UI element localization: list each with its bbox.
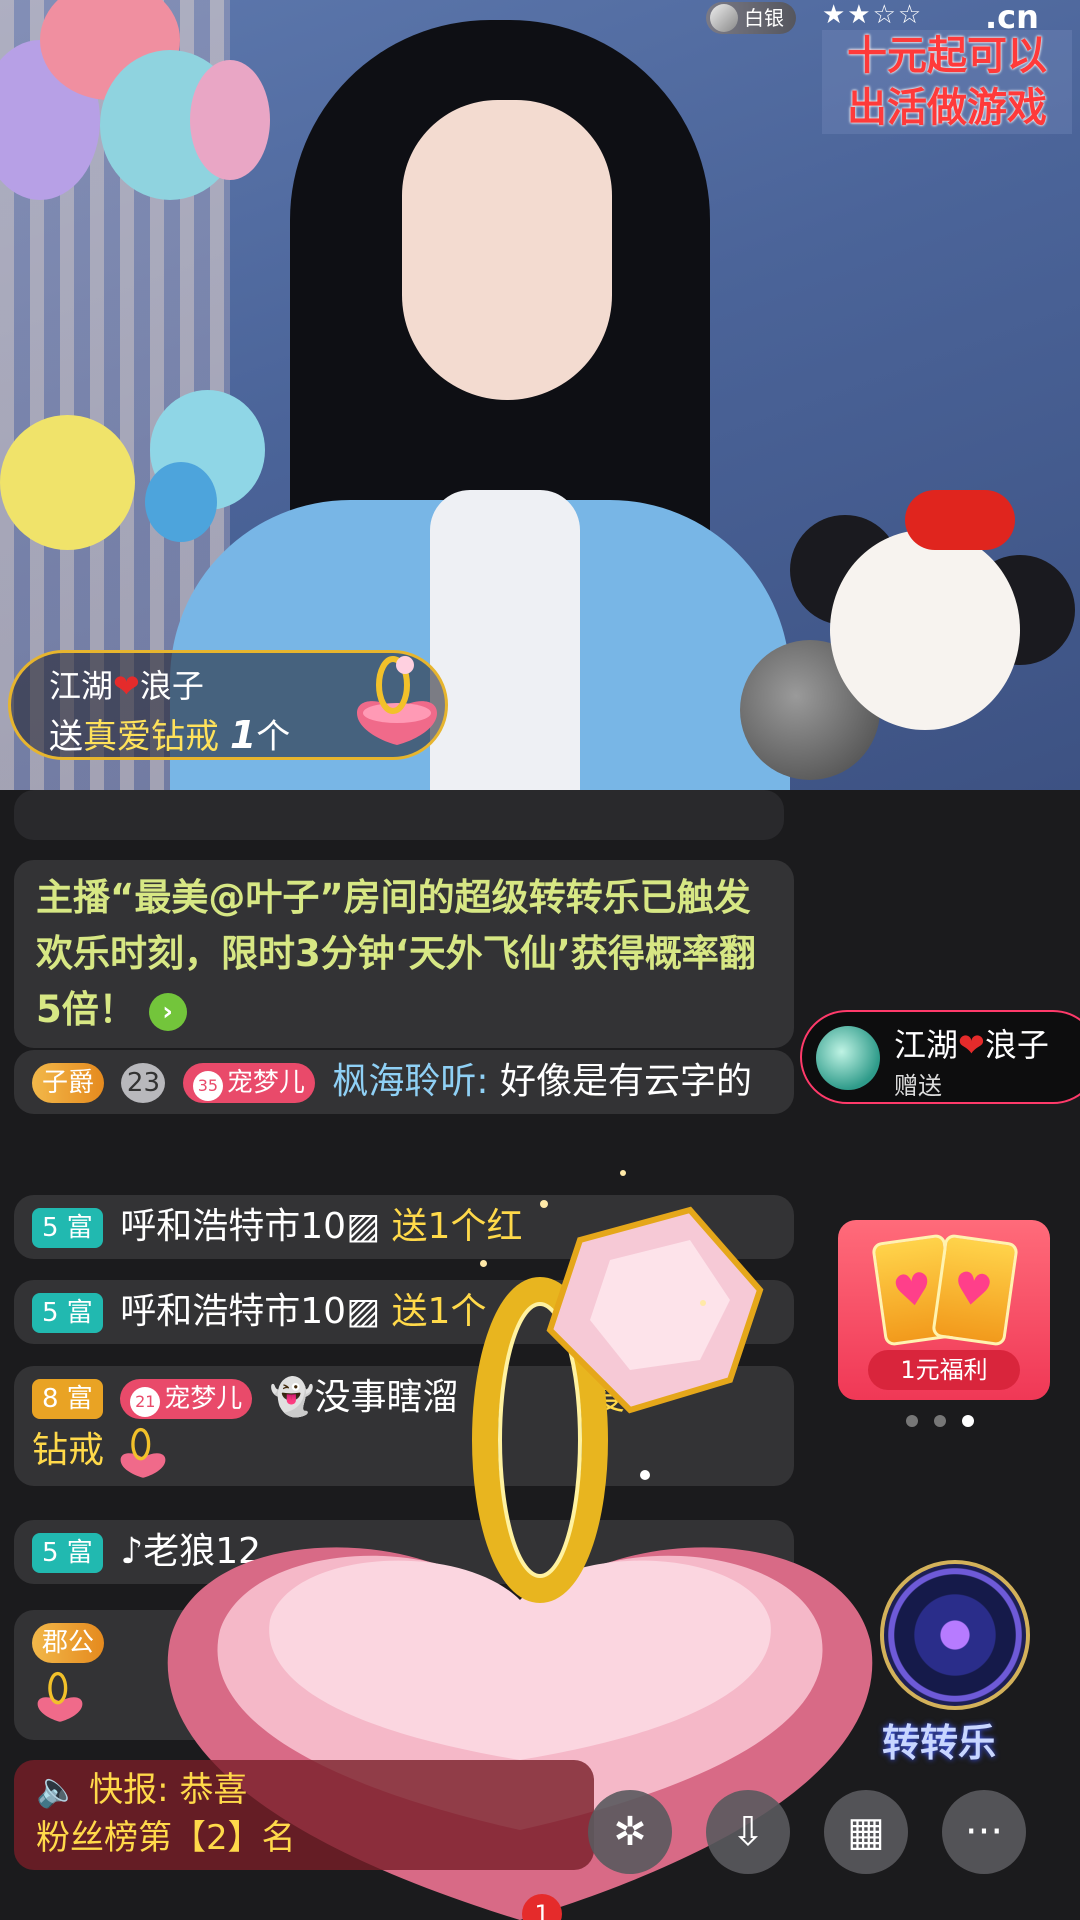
rich-badge: 5 富	[32, 1293, 103, 1333]
ring-gift-icon	[121, 1427, 166, 1478]
rank-badge[interactable]: 白银	[706, 2, 796, 34]
gift-count: 1	[229, 713, 257, 757]
carousel-dot[interactable]	[934, 1415, 946, 1427]
heart-icon: ♥	[949, 1262, 996, 1319]
welfare-label: 1元福利	[868, 1350, 1020, 1390]
balloon-yellow	[0, 415, 135, 550]
gift-banner-line: 送真爱钻戒 1个	[49, 709, 290, 758]
gift-sender-card[interactable]: 江湖❤浪子 赠送	[800, 1010, 1080, 1104]
carousel-dot-active[interactable]	[962, 1415, 974, 1427]
plush-toy	[830, 530, 1020, 730]
gift-banner: 江湖❤浪子 送真爱钻戒 1个	[8, 650, 448, 760]
ring-gift-icon	[37, 1671, 83, 1722]
sparkle	[640, 1470, 650, 1480]
sender-name-suffix: 浪子	[984, 1026, 1049, 1064]
carousel-dots[interactable]	[906, 1412, 990, 1431]
sender-action: 赠送	[894, 1072, 942, 1100]
chevron-right-icon[interactable]: ›	[148, 992, 187, 1031]
gift-user-name: 江湖	[49, 667, 114, 705]
download-button[interactable]: ⇩	[706, 1790, 790, 1874]
streamer-face	[402, 100, 612, 400]
rank-icon	[710, 4, 738, 32]
flash-line-1: 🔈 快报: 恭喜	[36, 1766, 572, 1814]
flash-news[interactable]: 🔈 快报: 恭喜 粉丝榜第【2】名	[14, 1760, 594, 1870]
chat-message[interactable]: 子爵 23 35 宠梦儿 枫海聆听: 好像是有云字的	[14, 1050, 794, 1114]
avatar[interactable]	[816, 1026, 880, 1090]
rich-badge: 5 富	[32, 1533, 103, 1573]
chat-message-partial	[14, 790, 784, 840]
promo-line-1: 十元起可以	[847, 32, 1047, 79]
pet-badge: 35 宠梦儿	[182, 1063, 315, 1103]
sender-name: 江湖❤浪子	[894, 1020, 1049, 1066]
gift-unit: 个	[256, 717, 291, 757]
sparkle	[700, 1300, 706, 1306]
heart-icon: ♥	[889, 1262, 936, 1319]
sparkle-gift-button[interactable]: ✲	[588, 1790, 672, 1874]
heart-icon: ❤	[113, 667, 140, 705]
carousel-dot[interactable]	[906, 1415, 918, 1427]
heart-icon: ❤	[958, 1026, 985, 1064]
promo-line-2: 出活做游戏	[847, 84, 1047, 131]
speaker-icon: 🔈	[36, 1770, 79, 1810]
rich-badge: 8 富	[32, 1379, 103, 1419]
ring-gift-icon	[357, 656, 437, 745]
rich-badge: 5 富	[32, 1208, 103, 1248]
star-rating: ★★☆☆	[822, 0, 924, 30]
noble-badge: 子爵	[32, 1063, 105, 1103]
rank-label: 白银	[744, 6, 784, 30]
gift-user-suffix: 浪子	[139, 667, 204, 705]
sender-name-text: 江湖	[894, 1026, 959, 1064]
gift-name: 真爱钻戒	[83, 717, 219, 757]
chat-username[interactable]: 呼和浩特市10▨	[120, 1291, 380, 1332]
chat-username[interactable]: 枫海聆听:	[332, 1061, 488, 1102]
streamer-shirt	[430, 490, 580, 790]
gift-banner-user: 江湖❤浪子	[49, 661, 204, 707]
guard-badge: 23	[121, 1063, 166, 1103]
more-options-button[interactable]: ···	[942, 1790, 1026, 1874]
pet-level: 21	[130, 1387, 161, 1417]
system-message[interactable]: 主播“最美@叶子”房间的超级转转乐已触发欢乐时刻，限时3分钟‘天外飞仙’获得概率…	[14, 860, 794, 1048]
plush-bow	[905, 490, 1015, 550]
sparkle	[480, 1260, 487, 1267]
pet-level: 35	[192, 1071, 223, 1101]
pet-badge: 21 宠梦儿	[120, 1379, 253, 1419]
pet-name: 宠梦儿	[226, 1068, 305, 1098]
system-message-text: 主播“最美@叶子”房间的超级转转乐已触发欢乐时刻，限时3分钟‘天外飞仙’获得概率…	[36, 876, 756, 1031]
diamond-ring-animation	[472, 1206, 764, 1603]
pet-name: 宠梦儿	[164, 1384, 243, 1414]
flash-line-2: 粉丝榜第【2】名	[36, 1818, 296, 1858]
live-video[interactable]: 白银 ★★☆☆ .cn 十元起可以 出活做游戏 江湖❤浪子 送真爱钻戒 1个	[0, 0, 1080, 790]
grid-menu-button[interactable]: ▦	[824, 1790, 908, 1874]
chat-text: 好像是有云字的	[499, 1061, 752, 1102]
flash-label: 快报:	[89, 1770, 169, 1810]
chat-username[interactable]: 呼和浩特市10▨	[120, 1206, 380, 1247]
promo-overlay: 十元起可以 出活做游戏	[822, 30, 1072, 134]
flash-text-1: 恭喜	[179, 1770, 248, 1810]
sparkle	[540, 1200, 548, 1208]
noble-badge: 郡公	[32, 1623, 105, 1663]
lucky-wheel-icon[interactable]	[880, 1560, 1030, 1710]
gift-send-prefix: 送	[49, 717, 83, 757]
welfare-banner[interactable]: ♥ ♥ 1元福利	[838, 1220, 1050, 1400]
card-icon: ♥	[931, 1233, 1019, 1347]
chat-gift-name: 钻戒	[32, 1430, 105, 1471]
sparkle	[620, 1170, 626, 1176]
